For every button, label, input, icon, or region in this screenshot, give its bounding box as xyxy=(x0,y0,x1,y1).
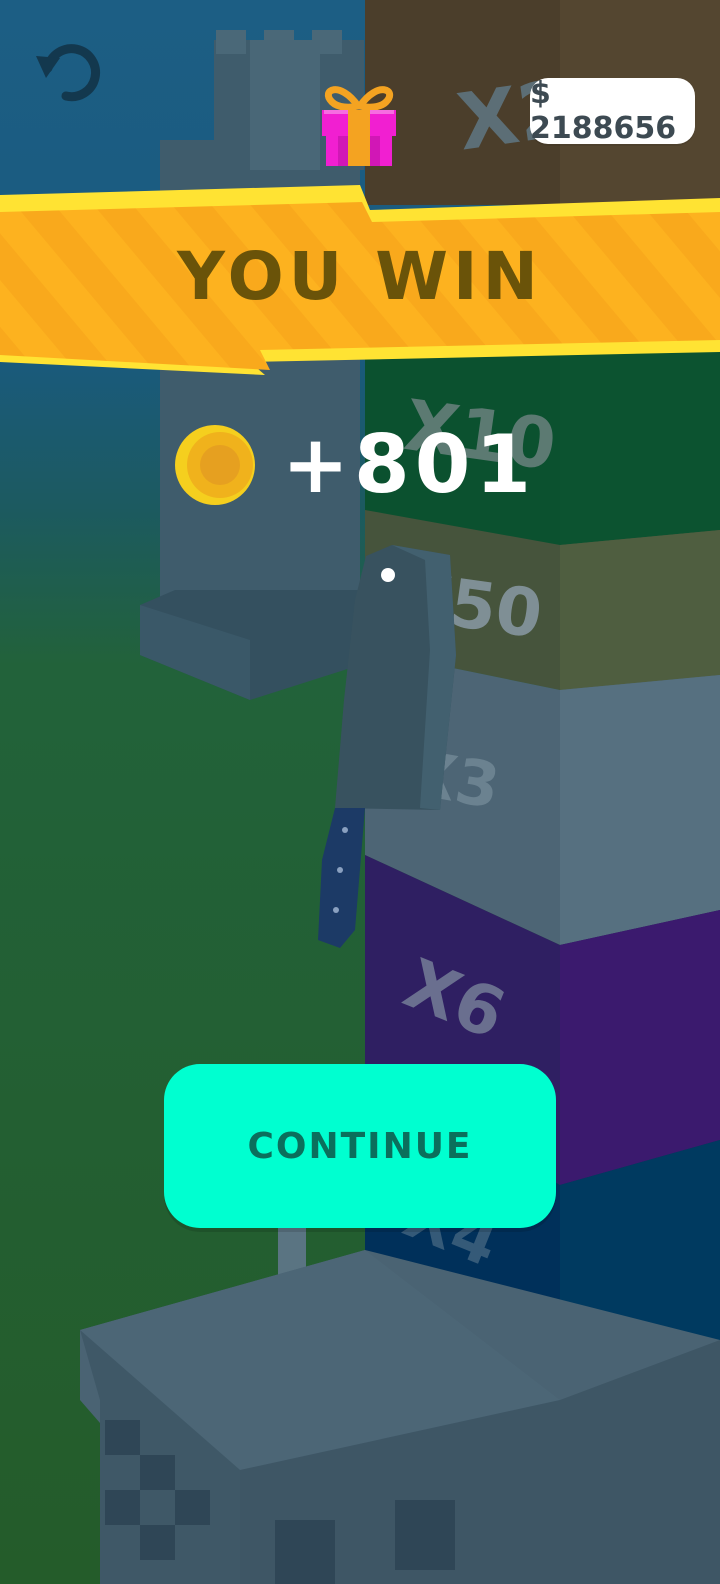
restart-button[interactable] xyxy=(32,38,108,108)
reward-amount: +801 xyxy=(282,418,537,511)
restart-icon xyxy=(36,44,100,102)
gift-icon xyxy=(322,86,396,166)
gift-button[interactable] xyxy=(318,76,400,172)
win-title: YOU WIN xyxy=(177,238,543,315)
balance-display: $ 2188656 xyxy=(530,76,695,146)
continue-button[interactable]: CONTINUE xyxy=(164,1064,556,1228)
reward-display: +801 xyxy=(174,420,536,510)
coin-icon xyxy=(175,425,255,505)
